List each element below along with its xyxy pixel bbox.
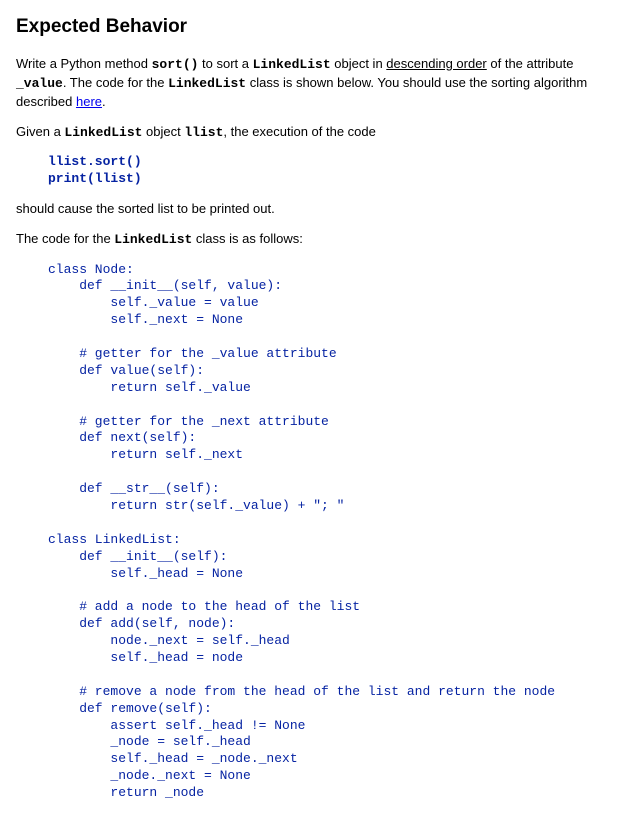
code-value-attr: _value: [16, 76, 63, 91]
code-linkedlist: LinkedList: [168, 76, 246, 91]
text: Given a: [16, 124, 64, 139]
text: of the attribute: [487, 56, 574, 71]
paragraph-intro: Write a Python method sort() to sort a L…: [16, 55, 621, 112]
code-linkedlist: LinkedList: [64, 125, 142, 140]
text: Write a Python method: [16, 56, 152, 71]
text: object in: [331, 56, 387, 71]
paragraph-result: should cause the sorted list to be print…: [16, 200, 621, 218]
text: .: [102, 94, 106, 109]
code-linkedlist: LinkedList: [114, 232, 192, 247]
code-block-class-definition: class Node: def __init__(self, value): s…: [48, 262, 621, 803]
paragraph-class-intro: The code for the LinkedList class is as …: [16, 230, 621, 249]
text: class is as follows:: [192, 231, 303, 246]
text: , the execution of the code: [223, 124, 376, 139]
code-line: print(llist): [48, 171, 142, 186]
text-descending-order: descending order: [386, 56, 486, 71]
link-here[interactable]: here: [76, 94, 102, 109]
text: object: [142, 124, 184, 139]
text: to sort a: [198, 56, 252, 71]
code-llist: llist: [184, 125, 223, 140]
text: . The code for the: [63, 75, 168, 90]
code-linkedlist: LinkedList: [253, 57, 331, 72]
code-line: llist.sort(): [48, 154, 142, 169]
paragraph-given: Given a LinkedList object llist, the exe…: [16, 123, 621, 142]
section-heading: Expected Behavior: [16, 14, 621, 41]
code-sort: sort(): [152, 57, 199, 72]
text: The code for the: [16, 231, 114, 246]
code-block-usage: llist.sort() print(llist): [48, 154, 621, 188]
